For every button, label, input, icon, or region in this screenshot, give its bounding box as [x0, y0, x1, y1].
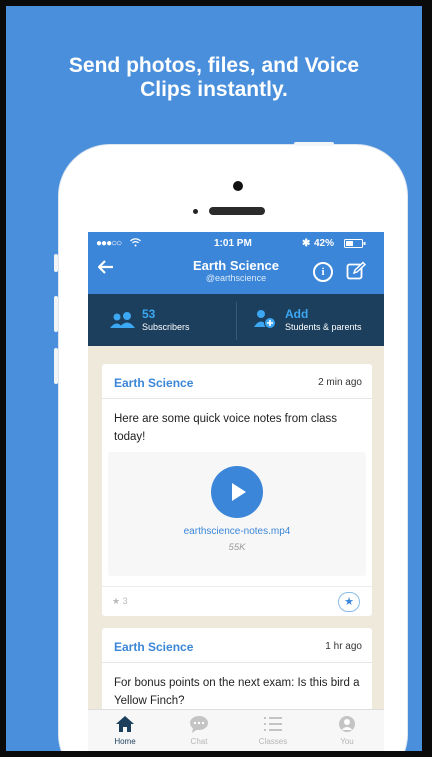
subscriber-count: 53: [142, 307, 156, 321]
tab-label: You: [340, 737, 354, 746]
side-button: [54, 254, 58, 272]
clock-text: 1:01 PM: [214, 238, 252, 249]
card-divider: [102, 398, 372, 399]
card-divider: [102, 662, 372, 663]
battery-icon: [344, 239, 366, 251]
post-author[interactable]: Earth Science: [114, 376, 193, 390]
wifi-icon: [130, 238, 141, 250]
app-header: ●●●○○ 1:01 PM ✱ 42% Earth Science @earth…: [88, 232, 384, 294]
tab-bar: Home Chat Classes You: [88, 709, 384, 751]
tab-label: Chat: [190, 737, 208, 746]
channel-handle: @earthscience: [205, 273, 267, 283]
app-screen: ●●●○○ 1:01 PM ✱ 42% Earth Science @earth…: [88, 232, 384, 751]
post-card: Earth Science 1 hr ago For bonus points …: [102, 628, 372, 742]
attachment-filename[interactable]: earthscience-notes.mp4: [108, 526, 366, 537]
play-icon[interactable]: [211, 466, 263, 518]
post-text: For bonus points on the next exam: Is th…: [114, 677, 360, 707]
side-button: [54, 296, 58, 332]
star-count: ★ 3: [112, 596, 128, 606]
bluetooth-icon: ✱: [302, 238, 311, 249]
post-footer: ★ 3 ★: [102, 586, 372, 617]
post-card: Earth Science 2 min ago Here are some qu…: [102, 364, 372, 616]
home-icon: [88, 715, 162, 735]
subscribers-label: Subscribers: [142, 322, 190, 332]
classes-icon: [236, 715, 310, 735]
tab-you[interactable]: You: [310, 710, 384, 751]
headline-line-2: Clips instantly.: [140, 78, 288, 101]
tab-label: Home: [114, 737, 136, 746]
post-time: 1 hr ago: [325, 641, 362, 652]
info-icon[interactable]: i: [313, 262, 333, 282]
post-author[interactable]: Earth Science: [114, 640, 193, 654]
battery-percent: 42%: [314, 238, 335, 249]
sensor-dot: [193, 209, 198, 214]
subscribers-button[interactable]: 53 Subscribers: [88, 294, 236, 346]
signal-indicator: ●●●○○: [96, 238, 122, 249]
tab-classes[interactable]: Classes: [236, 710, 310, 751]
speaker-grille: [209, 207, 265, 215]
tab-home[interactable]: Home: [88, 710, 162, 751]
add-person-icon: [253, 308, 277, 335]
tab-label: Classes: [258, 737, 288, 746]
side-button: [294, 142, 334, 146]
tab-chat[interactable]: Chat: [162, 710, 236, 751]
headline-line-1: Send photos, files, and Voice: [68, 54, 360, 77]
promo-headline: Send photos, files, and Voice Clips inst…: [6, 54, 422, 102]
camera-icon: [233, 181, 243, 191]
voice-attachment[interactable]: earthscience-notes.mp4 55K: [108, 452, 366, 576]
add-label: Students & parents: [285, 322, 362, 332]
profile-icon: [310, 715, 384, 735]
people-icon: [110, 312, 136, 333]
side-button: [54, 348, 58, 384]
star-icon[interactable]: ★: [338, 592, 360, 612]
post-text: Here are some quick voice notes from cla…: [114, 413, 338, 443]
compose-icon[interactable]: [346, 261, 367, 286]
chat-icon: [162, 715, 236, 735]
channel-title: Earth Science: [193, 258, 279, 273]
stats-bar: 53 Subscribers Add Students & parents: [88, 294, 384, 346]
add-members-button[interactable]: Add Students & parents: [237, 294, 384, 346]
add-title: Add: [285, 307, 309, 321]
attachment-size: 55K: [228, 542, 246, 553]
post-time: 2 min ago: [318, 377, 362, 388]
